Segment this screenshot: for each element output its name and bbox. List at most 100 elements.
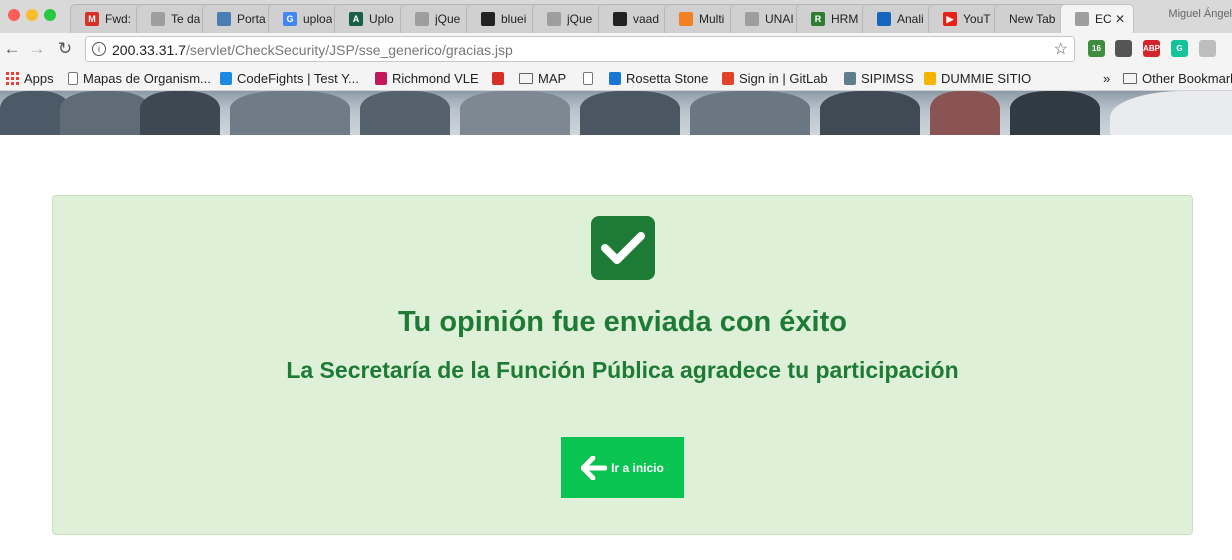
go-home-button[interactable]: Ir a inicio	[561, 437, 684, 498]
bookmark-label: Apps	[24, 70, 54, 86]
bookmark-item[interactable]: Mapas de Organism...	[68, 70, 211, 86]
tab-label: YouT	[963, 12, 991, 26]
browser-tab[interactable]: Anali	[862, 4, 936, 33]
browser-tab[interactable]: M Fwd:	[70, 4, 144, 33]
arrow-left-icon	[581, 455, 608, 480]
browser-tab[interactable]: EC ✕	[1060, 4, 1134, 33]
folder-icon	[519, 72, 533, 84]
bookmark-item[interactable]: Apps	[6, 70, 54, 86]
browser-tab[interactable]: jQue	[400, 4, 474, 33]
bookmarks-overflow-icon[interactable]: »	[1103, 70, 1110, 86]
browser-toolbar: ← → ↻ i 200.33.31.7/servlet/CheckSecurit…	[0, 33, 1232, 66]
browser-tab[interactable]: bluei	[466, 4, 540, 33]
url-path: /servlet/CheckSecurity/JSP/sse_generico/…	[185, 42, 513, 58]
browser-tab[interactable]: New Tab	[994, 4, 1068, 33]
dropbox-icon[interactable]	[1115, 40, 1132, 57]
browser-tab[interactable]: R HRM	[796, 4, 870, 33]
folder-icon	[1123, 72, 1137, 84]
stackoverflow-icon	[679, 12, 693, 26]
apps-grid-icon	[6, 71, 19, 85]
bookmark-label: Sign in | GitLab	[739, 70, 828, 86]
bookmark-label: Mapas de Organism...	[83, 70, 211, 86]
close-window-button[interactable]	[8, 9, 20, 21]
forward-arrow-icon[interactable]: →	[27, 39, 47, 59]
bookmark-label: Richmond VLE	[392, 70, 479, 86]
tab-label: Porta	[237, 12, 266, 26]
browser-tab[interactable]: UNAI	[730, 4, 804, 33]
tab-label: Te da	[171, 12, 201, 26]
bookmark-item[interactable]: SIPIMSS	[844, 70, 914, 86]
tab-label: Fwd:	[105, 12, 132, 26]
hrm-icon: R	[811, 12, 825, 26]
extension-placeholder-icon[interactable]	[1199, 40, 1216, 57]
go-home-label: Ir a inicio	[611, 460, 664, 475]
bookmark-item[interactable]	[583, 70, 598, 86]
other-bookmarks[interactable]: Other Bookmarks	[1123, 70, 1232, 86]
browser-tab[interactable]: jQue	[532, 4, 606, 33]
browser-tab[interactable]: Porta	[202, 4, 276, 33]
browser-tab[interactable]: A Uplo	[334, 4, 408, 33]
maximize-window-button[interactable]	[44, 9, 56, 21]
bookmark-item[interactable]	[492, 70, 509, 86]
bookmark-item[interactable]: Richmond VLE	[375, 70, 479, 86]
reload-icon[interactable]: ↻	[55, 39, 75, 59]
tab-label: UNAI	[765, 12, 794, 26]
github-icon	[613, 12, 627, 26]
browser-tab[interactable]: ▶ YouT	[928, 4, 1002, 33]
browser-tab[interactable]: vaad	[598, 4, 672, 33]
upload-icon: A	[349, 12, 363, 26]
minimize-window-button[interactable]	[26, 9, 38, 21]
success-subtitle: La Secretaría de la Función Pública agra…	[286, 357, 959, 383]
url-text[interactable]: 200.33.31.7/servlet/CheckSecurity/JSP/ss…	[112, 42, 513, 58]
tab-label: EC	[1095, 12, 1112, 26]
success-title: Tu opinión fue enviada con éxito	[398, 306, 847, 338]
google-icon: G	[283, 12, 297, 26]
header-banner-image	[0, 91, 1232, 135]
close-tab-icon[interactable]: ✕	[1115, 12, 1125, 26]
browser-tab[interactable]: Te da	[136, 4, 210, 33]
bookmark-item[interactable]: DUMMIE SITIO	[924, 70, 1031, 86]
analytics-icon	[877, 12, 891, 26]
browser-tab-strip: M Fwd: Te da Porta Guploa A Uplo jQue bluei jQue v…	[0, 0, 1232, 34]
tab-label: Multi	[699, 12, 725, 26]
bookmark-star-icon[interactable]: ☆	[1054, 39, 1068, 59]
browser-tab[interactable]: Multi	[664, 4, 738, 33]
bookmark-label: DUMMIE SITIO	[941, 70, 1032, 86]
bookmark-label: Rosetta Stone	[626, 70, 709, 86]
tab-label: vaad	[633, 12, 660, 26]
bookmark-label: SIPIMSS	[861, 70, 914, 86]
sipimss-icon	[844, 71, 856, 85]
bookmark-label: CodeFights | Test Y...	[237, 70, 359, 86]
profile-name[interactable]: Miguel Ángel	[1168, 8, 1232, 20]
grammarly-icon[interactable]: G	[1171, 40, 1188, 57]
codefights-icon	[220, 71, 232, 85]
info-icon[interactable]: i	[92, 42, 106, 56]
tab-label: HRM	[831, 12, 859, 26]
success-alert: Tu opinión fue enviada con éxito La Secr…	[52, 195, 1193, 535]
doc-icon	[68, 71, 78, 85]
tab-label: jQue	[567, 12, 593, 26]
rosetta-icon	[609, 71, 621, 85]
bookmark-item[interactable]: Rosetta Stone	[609, 70, 708, 86]
back-arrow-icon[interactable]: ←	[2, 39, 22, 59]
page-icon	[1075, 12, 1089, 26]
bookmarks-bar: Apps Mapas de Organism... CodeFights | Tes…	[0, 66, 1232, 91]
adblock-plus-icon[interactable]: ABP	[1143, 40, 1160, 57]
youtube-icon: ▶	[943, 12, 957, 26]
document-icon	[745, 12, 759, 26]
portal-icon	[217, 12, 231, 26]
bookmark-label: MAP	[538, 70, 567, 86]
bookmark-item[interactable]: CodeFights | Test Y...	[220, 70, 359, 86]
address-bar[interactable]: i 200.33.31.7/servlet/CheckSecurity/JSP/…	[85, 36, 1075, 62]
page-icon	[151, 12, 165, 26]
browser-tab[interactable]: Guploa	[268, 4, 342, 33]
url-host: 200.33.31.7	[112, 42, 186, 58]
calendar-extension-icon[interactable]: 16	[1088, 40, 1105, 57]
bookmark-item[interactable]: MAP	[519, 70, 566, 86]
drive-icon	[924, 71, 936, 85]
checkmark-icon	[591, 216, 655, 280]
bookmark-item[interactable]: Sign in | GitLab	[722, 70, 828, 86]
tab-label: Uplo	[369, 12, 394, 26]
document-icon	[415, 12, 429, 26]
tab-label: New Tab	[1009, 12, 1056, 26]
